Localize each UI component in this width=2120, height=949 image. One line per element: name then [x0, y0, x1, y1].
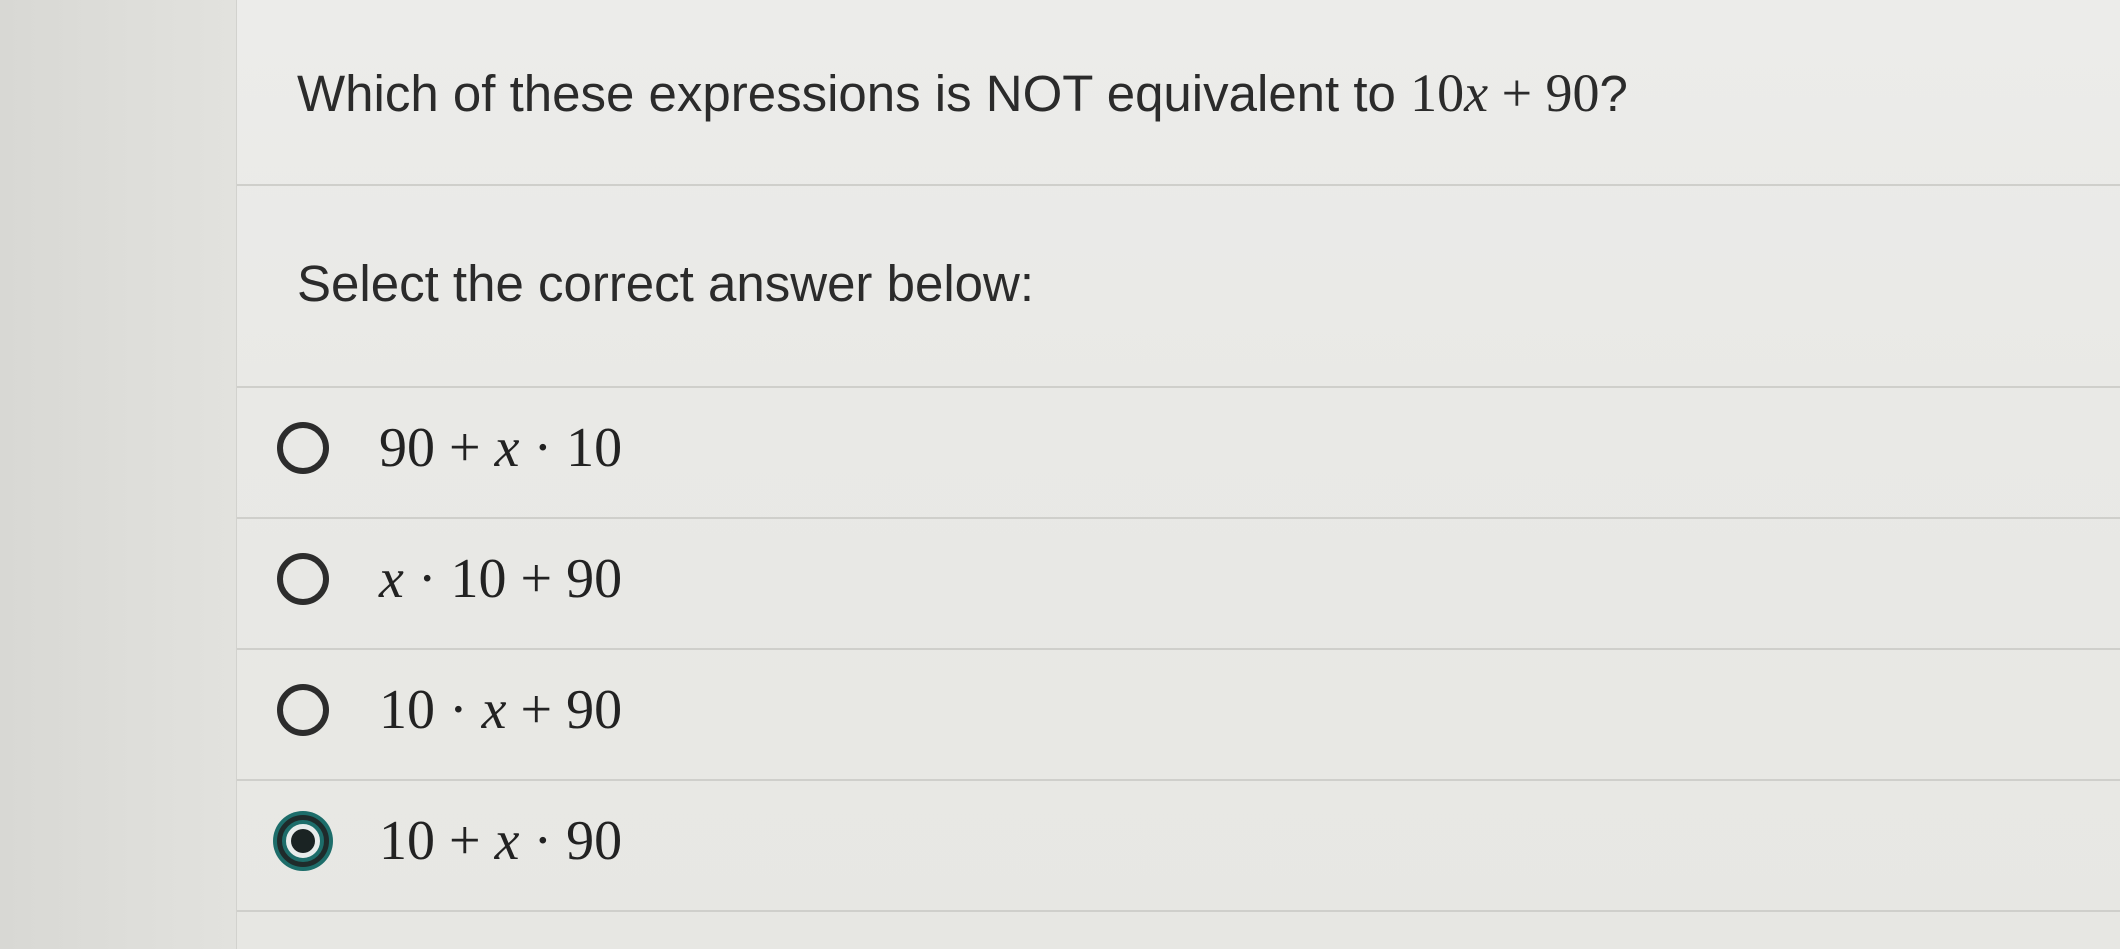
answer-option-1[interactable]: 90 + x · 10 — [237, 388, 2120, 519]
left-gutter — [0, 0, 236, 949]
radio-button[interactable] — [277, 422, 329, 474]
question-text: Which of these expressions is NOT equiva… — [297, 62, 1628, 124]
question-text-before: Which of these expressions is NOT equiva… — [297, 65, 1411, 122]
question-text-after: ? — [1599, 65, 1628, 122]
question-section: Which of these expressions is NOT equiva… — [237, 0, 2120, 186]
answer-option-label: 90 + x · 10 — [379, 417, 623, 479]
answer-option-label: x · 10 + 90 — [379, 548, 623, 610]
question-card: Which of these expressions is NOT equiva… — [236, 0, 2120, 949]
answer-option-4[interactable]: 10 + x · 90 — [237, 781, 2120, 912]
radio-button[interactable] — [277, 684, 329, 736]
question-math-expression: 10x + 90 — [1410, 63, 1600, 123]
radio-button[interactable] — [277, 553, 329, 605]
answer-option-2[interactable]: x · 10 + 90 — [237, 519, 2120, 650]
prompt-text: Select the correct answer below: — [297, 255, 1035, 312]
answer-option-label: 10 + x · 90 — [379, 810, 623, 872]
screen: Which of these expressions is NOT equiva… — [0, 0, 2120, 949]
radio-button-selected[interactable] — [277, 815, 329, 867]
answer-option-3[interactable]: 10 · x + 90 — [237, 650, 2120, 781]
bottom-strip — [237, 910, 2120, 949]
answer-option-label: 10 · x + 90 — [379, 679, 623, 741]
question-math: 10x + 90 — [1410, 63, 1599, 123]
radio-selected-dot — [291, 829, 315, 853]
prompt-section: Select the correct answer below: — [237, 186, 2120, 388]
